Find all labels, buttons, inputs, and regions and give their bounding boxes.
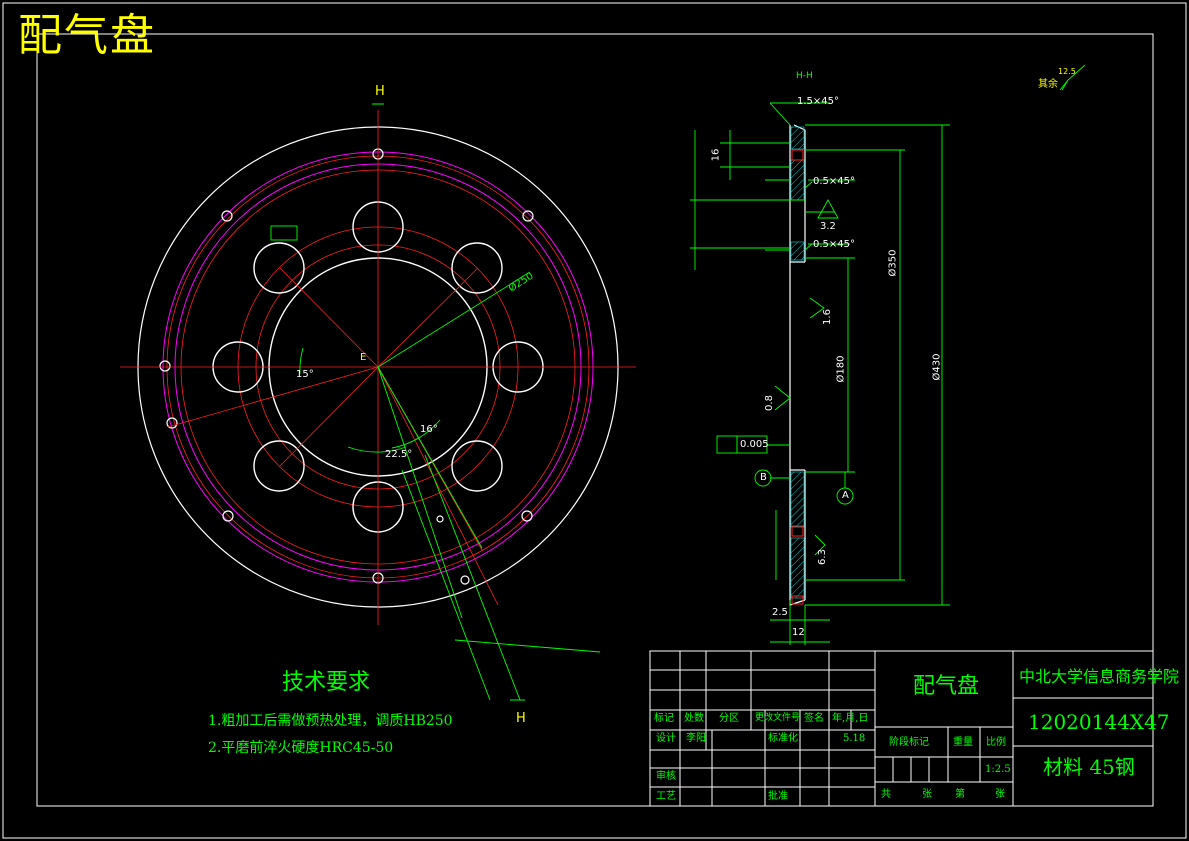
cut-marker-top: H [375, 84, 385, 99]
tb-hdr-sign: 签名 [804, 713, 824, 724]
tb-hdr-zone: 分区 [719, 713, 739, 724]
tb-approve: 批准 [768, 791, 788, 802]
tb-school: 中北大学信息商务学院 [1019, 667, 1180, 686]
bolt-hole [436, 515, 444, 523]
tb-sheet2: 张 [995, 789, 1005, 800]
section-label: H-H [796, 71, 813, 81]
roughness-other-value: 12.5 [1058, 67, 1076, 76]
chamfer-mid2: 0.5×45° [813, 239, 856, 250]
tb-design: 设计 [656, 733, 676, 744]
tb-ratio: 比例 [986, 737, 1006, 748]
tb-designer: 李阳 [686, 733, 706, 744]
tech-req-title: 技术要求 [282, 670, 371, 695]
datum-b: B [760, 472, 767, 483]
tb-part-name: 配气盘 [913, 674, 980, 699]
tb-date: 5.18 [843, 733, 866, 744]
cad-drawing-canvas [2, 2, 1187, 839]
bolt-hole [159, 360, 171, 372]
bolt-hole [222, 510, 234, 522]
section-view [690, 64, 1086, 645]
datum-a: A [842, 490, 849, 501]
dim-angle-22-5: 22.5° [385, 449, 413, 460]
tb-process: 工艺 [656, 791, 676, 802]
chamfer-mid1: 0.5×45° [813, 176, 856, 187]
inner-border [36, 33, 1154, 807]
tb-hdr-count: 处数 [684, 713, 704, 724]
tb-hdr-date: 年,月,日 [832, 713, 869, 724]
tech-req-line1: 1.粗加工后需做预热处理，调质HB250 [208, 713, 453, 729]
dim-12: 12 [792, 627, 805, 638]
tb-total: 共 [881, 789, 891, 800]
tb-sheet: 张 [922, 789, 932, 800]
roughness-1-6: 1.6 [821, 309, 833, 325]
tb-hdr-mark: 标记 [654, 713, 674, 724]
tb-material: 材料 45钢 [1043, 755, 1135, 779]
bolt-hole [460, 575, 470, 585]
roughness-other-label: 其余 [1038, 79, 1058, 90]
front-view [120, 103, 636, 701]
tb-drawing-no: 12020144X47 [1028, 710, 1170, 734]
outer-border [2, 2, 1187, 839]
tb-hdr-doc: 更改文件号 [755, 713, 801, 723]
tech-req-line2: 2.平磨前淬火硬度HRC45-50 [208, 740, 394, 756]
drawing-title: 配气盘 [18, 10, 156, 61]
tb-review: 审核 [656, 771, 676, 782]
dim-180: Ø180 [835, 355, 847, 383]
chamfer-top: 1.5×45° [797, 96, 840, 107]
dim-16: 16 [710, 148, 722, 162]
cut-marker-bottom: H [516, 711, 526, 726]
tb-scale: 1:2.5 [985, 764, 1011, 775]
center-marker: E [360, 352, 367, 363]
dim-angle-15: 15° [296, 369, 314, 380]
roughness-6-3: 6.3 [816, 549, 828, 565]
tb-weight: 重量 [953, 737, 973, 748]
tb-standard: 标准化 [768, 733, 798, 744]
tb-stage: 阶段标记 [889, 737, 929, 748]
dim-2-5: 2.5 [772, 607, 788, 618]
dim-angle-16: 16° [420, 424, 438, 435]
roughness-3-2: 3.2 [820, 221, 836, 232]
dim-430: Ø430 [931, 353, 943, 381]
tb-no: 第 [955, 789, 965, 800]
dim-350: Ø350 [887, 249, 899, 277]
roughness-0-8: 0.8 [763, 395, 775, 411]
flatness-value: 0.005 [740, 439, 769, 450]
